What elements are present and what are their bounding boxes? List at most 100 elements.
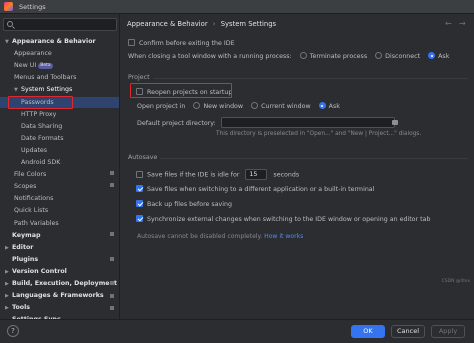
sidebar-item-label: Android SDK (21, 159, 61, 166)
default-dir-input[interactable] (220, 117, 395, 128)
ok-button[interactable]: OK (351, 325, 385, 338)
sidebar-item[interactable]: ▶ Tools (5, 303, 30, 313)
sidebar-item[interactable]: HTTP Proxy (21, 110, 56, 120)
chevron-right-icon[interactable]: ▶ (5, 267, 12, 277)
sync-label: Synchronize external changes when switch… (147, 216, 431, 223)
ask-label[interactable]: Ask (438, 53, 449, 60)
settings-content: Appearance & Behavior › System Settings … (120, 14, 474, 319)
default-dir-label: Default project directory: (137, 119, 216, 127)
open-project-in-row: Open project in New window Current windo… (137, 102, 340, 110)
confirm-exit-label: Confirm before exiting the IDE (139, 40, 235, 47)
sidebar-item-label: Keymap (12, 231, 41, 239)
sidebar-item-label: Appearance & Behavior (12, 38, 96, 45)
sidebar-item[interactable]: Data Sharing (21, 122, 62, 132)
ask-radio[interactable] (428, 52, 436, 59)
sidebar-item[interactable]: Updates (21, 146, 47, 156)
sidebar-item-label: Quick Lists (14, 207, 49, 215)
sidebar-item[interactable]: Notifications (14, 194, 53, 204)
help-button[interactable]: ? (7, 325, 19, 337)
new-window-label[interactable]: New window (203, 103, 243, 110)
chevron-right-icon[interactable]: ▶ (5, 279, 12, 289)
modified-marker (110, 306, 114, 310)
back-arrow-icon[interactable]: ← (445, 19, 452, 28)
sidebar-item[interactable]: Scopes (14, 182, 36, 192)
settings-search-input[interactable] (3, 18, 117, 31)
highlight-box-system-settings (8, 96, 73, 109)
beta-badge: Beta (38, 63, 53, 70)
chevron-down-icon[interactable]: ▼ (14, 85, 21, 95)
sidebar-item[interactable]: ▶ Languages & Frameworks (5, 291, 104, 301)
frame-switch-label: Save files when switching to a different… (147, 186, 375, 193)
sidebar-item[interactable]: ▼ System Settings (14, 85, 72, 95)
close-tool-window-row: When closing a tool window with a runnin… (128, 52, 449, 60)
idle-seconds-input[interactable]: 15 (245, 169, 268, 180)
disconnect-radio[interactable] (375, 52, 383, 59)
modified-marker (110, 232, 114, 236)
folder-icon[interactable] (392, 120, 398, 125)
sidebar-item-label: Plugins (12, 255, 39, 263)
terminate-process-label[interactable]: Terminate process (310, 53, 367, 60)
sidebar-item[interactable]: Keymap (5, 231, 40, 241)
sidebar-item[interactable]: New UI Beta (14, 61, 53, 71)
sidebar-item-label: File Colors (14, 171, 47, 179)
breadcrumb-parent[interactable]: Appearance & Behavior (127, 20, 208, 28)
sidebar-item-label: Build, Execution, Deployment (12, 280, 118, 287)
autosave-section-title: Autosave (128, 154, 158, 161)
backup-row[interactable]: Back up files before saving (136, 200, 232, 208)
confirm-exit-checkbox[interactable] (128, 39, 135, 46)
cancel-button[interactable]: Cancel (391, 325, 425, 338)
sidebar-item-label: HTTP Proxy (21, 110, 57, 118)
sidebar-item[interactable]: Menus and Toolbars (14, 73, 76, 83)
default-dir-row: Default project directory: (137, 117, 395, 128)
forward-arrow-icon[interactable]: → (459, 19, 466, 28)
how-it-works-link[interactable]: How it works (264, 233, 303, 240)
confirm-exit-row[interactable]: Confirm before exiting the IDE (128, 39, 235, 47)
sidebar-item[interactable]: Android SDK (21, 158, 60, 168)
sidebar-item[interactable]: ▶ Build, Execution, Deployment (5, 279, 117, 289)
sync-row[interactable]: Synchronize external changes when switch… (136, 215, 430, 223)
open-project-in-label: Open project in (137, 103, 186, 110)
sidebar-item-label: Menus and Toolbars (14, 74, 77, 82)
apply-button[interactable]: Apply (431, 325, 465, 338)
sidebar-item[interactable]: File Colors (14, 170, 46, 180)
sidebar-item[interactable]: ▼ Appearance & Behavior (5, 37, 96, 47)
sidebar-item[interactable]: ▶ Editor (5, 243, 33, 253)
frame-switch-checkbox[interactable] (136, 185, 143, 192)
sidebar-item-label: Path Variables (14, 219, 59, 227)
autosave-idle-checkbox[interactable] (136, 170, 143, 178)
current-window-radio[interactable] (251, 102, 259, 109)
frame-switch-row[interactable]: Save files when switching to a different… (136, 185, 374, 193)
chevron-right-icon[interactable]: ▶ (5, 291, 12, 301)
section-divider (160, 158, 468, 159)
sync-checkbox[interactable] (136, 215, 143, 222)
sidebar-item-label: System Settings (21, 86, 73, 94)
autosave-note-text: Autosave cannot be disabled completely. (137, 233, 263, 240)
chevron-right-icon[interactable]: ▶ (5, 303, 12, 313)
sidebar-item[interactable]: Date Formats (21, 134, 64, 144)
sidebar-item[interactable]: Plugins (5, 255, 38, 265)
section-divider (153, 78, 468, 79)
sidebar-item[interactable]: ▶ Version Control (5, 267, 67, 277)
default-dir-hint: This directory is preselected in "Open..… (216, 131, 422, 137)
modified-marker (110, 171, 114, 175)
terminate-process-radio[interactable] (299, 52, 307, 59)
ask-open-label[interactable]: Ask (329, 103, 340, 110)
sidebar-item[interactable]: Path Variables (14, 219, 59, 229)
chevron-right-icon[interactable]: ▶ (5, 243, 12, 253)
current-window-label[interactable]: Current window (261, 103, 311, 110)
ask-open-radio[interactable] (318, 102, 326, 109)
sidebar-item-label: Date Formats (21, 134, 64, 142)
backup-checkbox[interactable] (136, 200, 143, 207)
sidebar-item[interactable]: Quick Lists (14, 206, 48, 216)
app-logo-icon (4, 2, 13, 11)
autosave-idle-suffix: seconds (273, 171, 300, 179)
breadcrumb: Appearance & Behavior › System Settings (127, 20, 276, 28)
close-tool-window-label: When closing a tool window with a runnin… (128, 53, 292, 60)
disconnect-label[interactable]: Disconnect (385, 53, 420, 60)
watermark: CSDN @itlxx (441, 279, 470, 284)
modified-marker (110, 281, 114, 285)
chevron-down-icon[interactable]: ▼ (5, 37, 12, 47)
new-window-radio[interactable] (193, 102, 201, 109)
sidebar-item[interactable]: Appearance (14, 49, 52, 59)
sidebar-item-label: Appearance (14, 50, 52, 58)
